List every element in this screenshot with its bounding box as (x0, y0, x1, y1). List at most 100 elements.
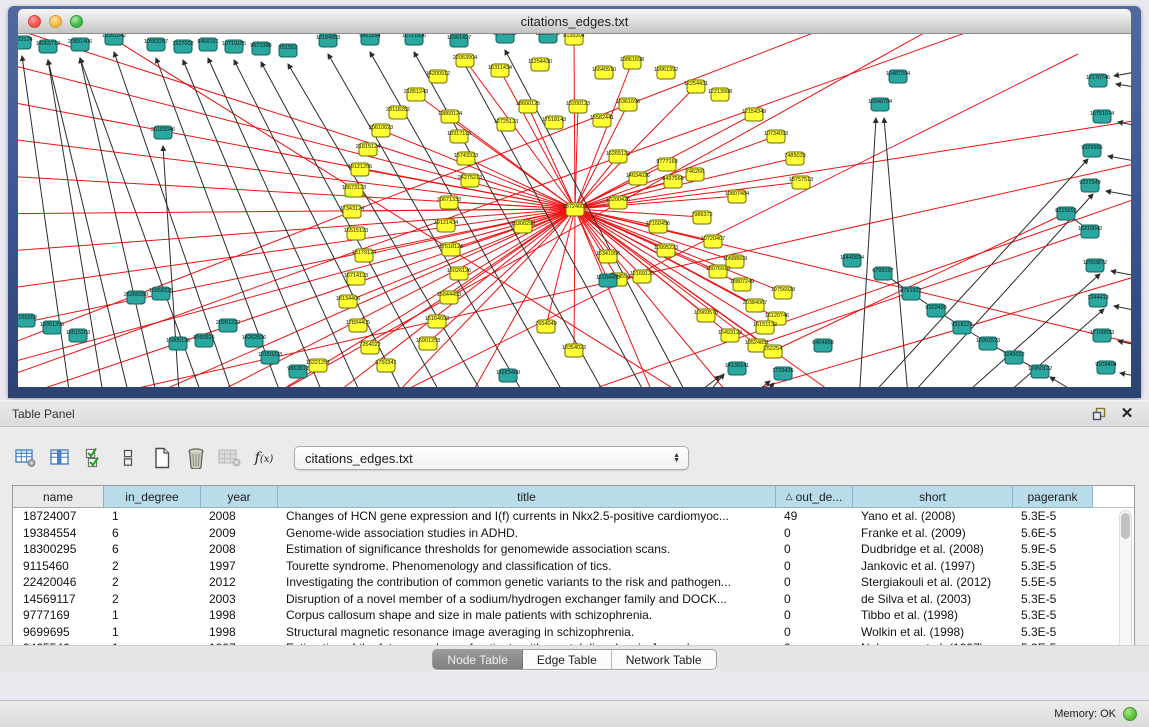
close-panel-icon[interactable]: ✕ (1117, 406, 1137, 422)
network-node[interactable]: 11440934 (840, 254, 864, 267)
network-node[interactable]: 14634026 (626, 172, 650, 185)
network-node[interactable]: 12093872 (1083, 259, 1107, 272)
network-node[interactable]: 16515203 (66, 329, 90, 342)
column-header-out_de[interactable]: △out_de... (776, 486, 853, 508)
network-node[interactable]: 9466161 (197, 38, 218, 51)
network-node[interactable]: 21815124 (356, 143, 380, 156)
network-node[interactable]: 9102499 (925, 304, 946, 317)
table-row[interactable]: 969969511998Structural magnetic resonanc… (13, 624, 1134, 641)
network-node[interactable]: 19121434 (434, 219, 458, 232)
network-node[interactable]: 6404858 (812, 339, 833, 352)
network-node[interactable]: 20891406 (68, 38, 92, 51)
network-node[interactable]: 8135304 (563, 34, 584, 45)
network-node[interactable]: 14200912 (426, 70, 450, 83)
network-node[interactable]: 9109404 (1095, 361, 1116, 374)
network-node[interactable]: 6497568 (662, 175, 683, 188)
network-node[interactable]: 18221251 (306, 359, 330, 372)
network-node[interactable]: 20153346 (151, 126, 175, 139)
network-node[interactable]: 14262826 (242, 334, 266, 347)
network-node[interactable]: 15184455 (596, 274, 620, 287)
network-node[interactable]: 19756928 (771, 286, 795, 299)
network-node[interactable]: 10807484 (725, 190, 749, 203)
network-node[interactable]: 18757513 (789, 176, 813, 189)
column-header-pagerank[interactable]: pagerank (1013, 486, 1093, 508)
network-node[interactable]: 14055712 (36, 40, 60, 53)
network-node[interactable]: 7485033 (784, 152, 805, 165)
network-node[interactable]: 15164093 (425, 315, 449, 328)
network-node[interactable]: 18300295 (511, 220, 535, 233)
network-node[interactable]: 11254430 (528, 58, 552, 71)
column-header-title[interactable]: title (278, 486, 776, 508)
column-header-in_degree[interactable]: in_degree (104, 486, 201, 508)
network-node[interactable]: 16311434 (488, 64, 512, 77)
network-node[interactable]: 19351256 (40, 321, 64, 334)
network-node[interactable]: 751552 (279, 44, 297, 57)
network-node[interactable]: 10995223 (654, 244, 678, 257)
network-node[interactable]: 9862812 (287, 365, 308, 378)
network-canvas[interactable]: 1872400722063904142009122185124323118252… (18, 34, 1131, 387)
network-node[interactable]: 6750341 (375, 359, 396, 372)
network-node[interactable]: 8215953 (1055, 207, 1076, 220)
select-columns-icon[interactable] (80, 445, 108, 471)
network-node[interactable]: 20384067 (743, 299, 767, 312)
network-node[interactable]: 9318123 (951, 321, 972, 334)
table-row[interactable]: 1872400712008Changes of HCN gene express… (13, 508, 1134, 525)
network-node[interactable]: 8791922 (900, 287, 921, 300)
network-node[interactable]: 12213998 (708, 88, 732, 101)
table-row[interactable]: 911546021997Tourette syndrome. Phenomeno… (13, 558, 1134, 575)
network-node[interactable]: 12254431 (684, 80, 708, 93)
network-node[interactable]: 12160456 (646, 220, 670, 233)
float-panel-icon[interactable] (1089, 406, 1109, 422)
network-node[interactable]: 18807249 (730, 278, 754, 291)
network-node[interactable]: 17518124 (439, 243, 463, 256)
tab-network-table[interactable]: Network Table (612, 650, 716, 669)
network-node[interactable]: 15905136 (166, 337, 190, 350)
network-node[interactable]: 10719155 (222, 40, 246, 53)
network-node[interactable]: 16961427 (447, 34, 471, 47)
network-node[interactable]: 21851243 (404, 88, 428, 101)
network-node[interactable]: 9777169 (656, 158, 677, 171)
network-node[interactable]: 17834405 (346, 319, 370, 332)
network-node[interactable]: 1527002 (172, 40, 193, 53)
network-node[interactable]: 16902523 (976, 337, 1000, 350)
network-node[interactable]: 12170746 (1086, 74, 1110, 87)
network-node[interactable]: 10734093 (764, 130, 788, 143)
network-node[interactable]: 25260350 (124, 291, 148, 304)
network-node[interactable]: 746266 (686, 168, 704, 181)
network-node[interactable]: 18179124 (352, 249, 376, 262)
network-node[interactable]: 10720407 (701, 235, 725, 248)
network-node[interactable]: 20671333 (437, 196, 461, 209)
show-columns-icon[interactable] (46, 445, 74, 471)
network-node[interactable]: 1733426 (772, 367, 793, 380)
network-node[interactable]: 13200426 (606, 196, 630, 209)
network-node[interactable]: 19351242 (102, 34, 126, 45)
network-node[interactable]: 9403124 (18, 36, 33, 49)
table-row[interactable]: 1830029562008Estimation of significance … (13, 541, 1134, 558)
network-node[interactable]: 15743323 (454, 152, 478, 165)
column-header-short[interactable]: short (853, 486, 1013, 508)
tab-edge-table[interactable]: Edge Table (523, 650, 612, 669)
network-node[interactable]: 15721826 (402, 34, 426, 45)
network-node[interactable]: 7986372 (691, 211, 712, 224)
network-node[interactable]: 12154349 (742, 108, 766, 121)
network-node[interactable]: 12725123 (494, 118, 518, 131)
function-builder-icon[interactable]: f(x) (250, 445, 278, 471)
network-node[interactable]: 16901253 (416, 337, 440, 350)
new-table-icon[interactable] (148, 445, 176, 471)
network-node[interactable]: 16361696 (616, 98, 640, 111)
memory-status-indicator[interactable] (1123, 707, 1137, 721)
table-row[interactable]: 2242004622012Investigating the contribut… (13, 574, 1134, 591)
network-node[interactable]: 11923408 (496, 369, 520, 382)
network-node[interactable]: 9245022 (1003, 351, 1024, 364)
delete-columns-icon[interactable] (182, 445, 210, 471)
network-node[interactable]: 15493123 (718, 329, 742, 342)
network-node[interactable]: 24275213 (458, 174, 482, 187)
network-node[interactable]: 9155260 (18, 314, 37, 327)
network-node[interactable]: 14136141 (725, 362, 749, 375)
network-node[interactable]: 16648784 (868, 98, 892, 111)
network-node[interactable]: 19861698 (620, 56, 644, 69)
network-node[interactable]: 18184953 (316, 34, 340, 47)
network-node[interactable]: 16487294 (886, 70, 910, 83)
citation-network-graph[interactable]: 1872400722063904142009122185124323118252… (18, 34, 1131, 387)
network-node[interactable]: 9861594 (359, 34, 380, 45)
